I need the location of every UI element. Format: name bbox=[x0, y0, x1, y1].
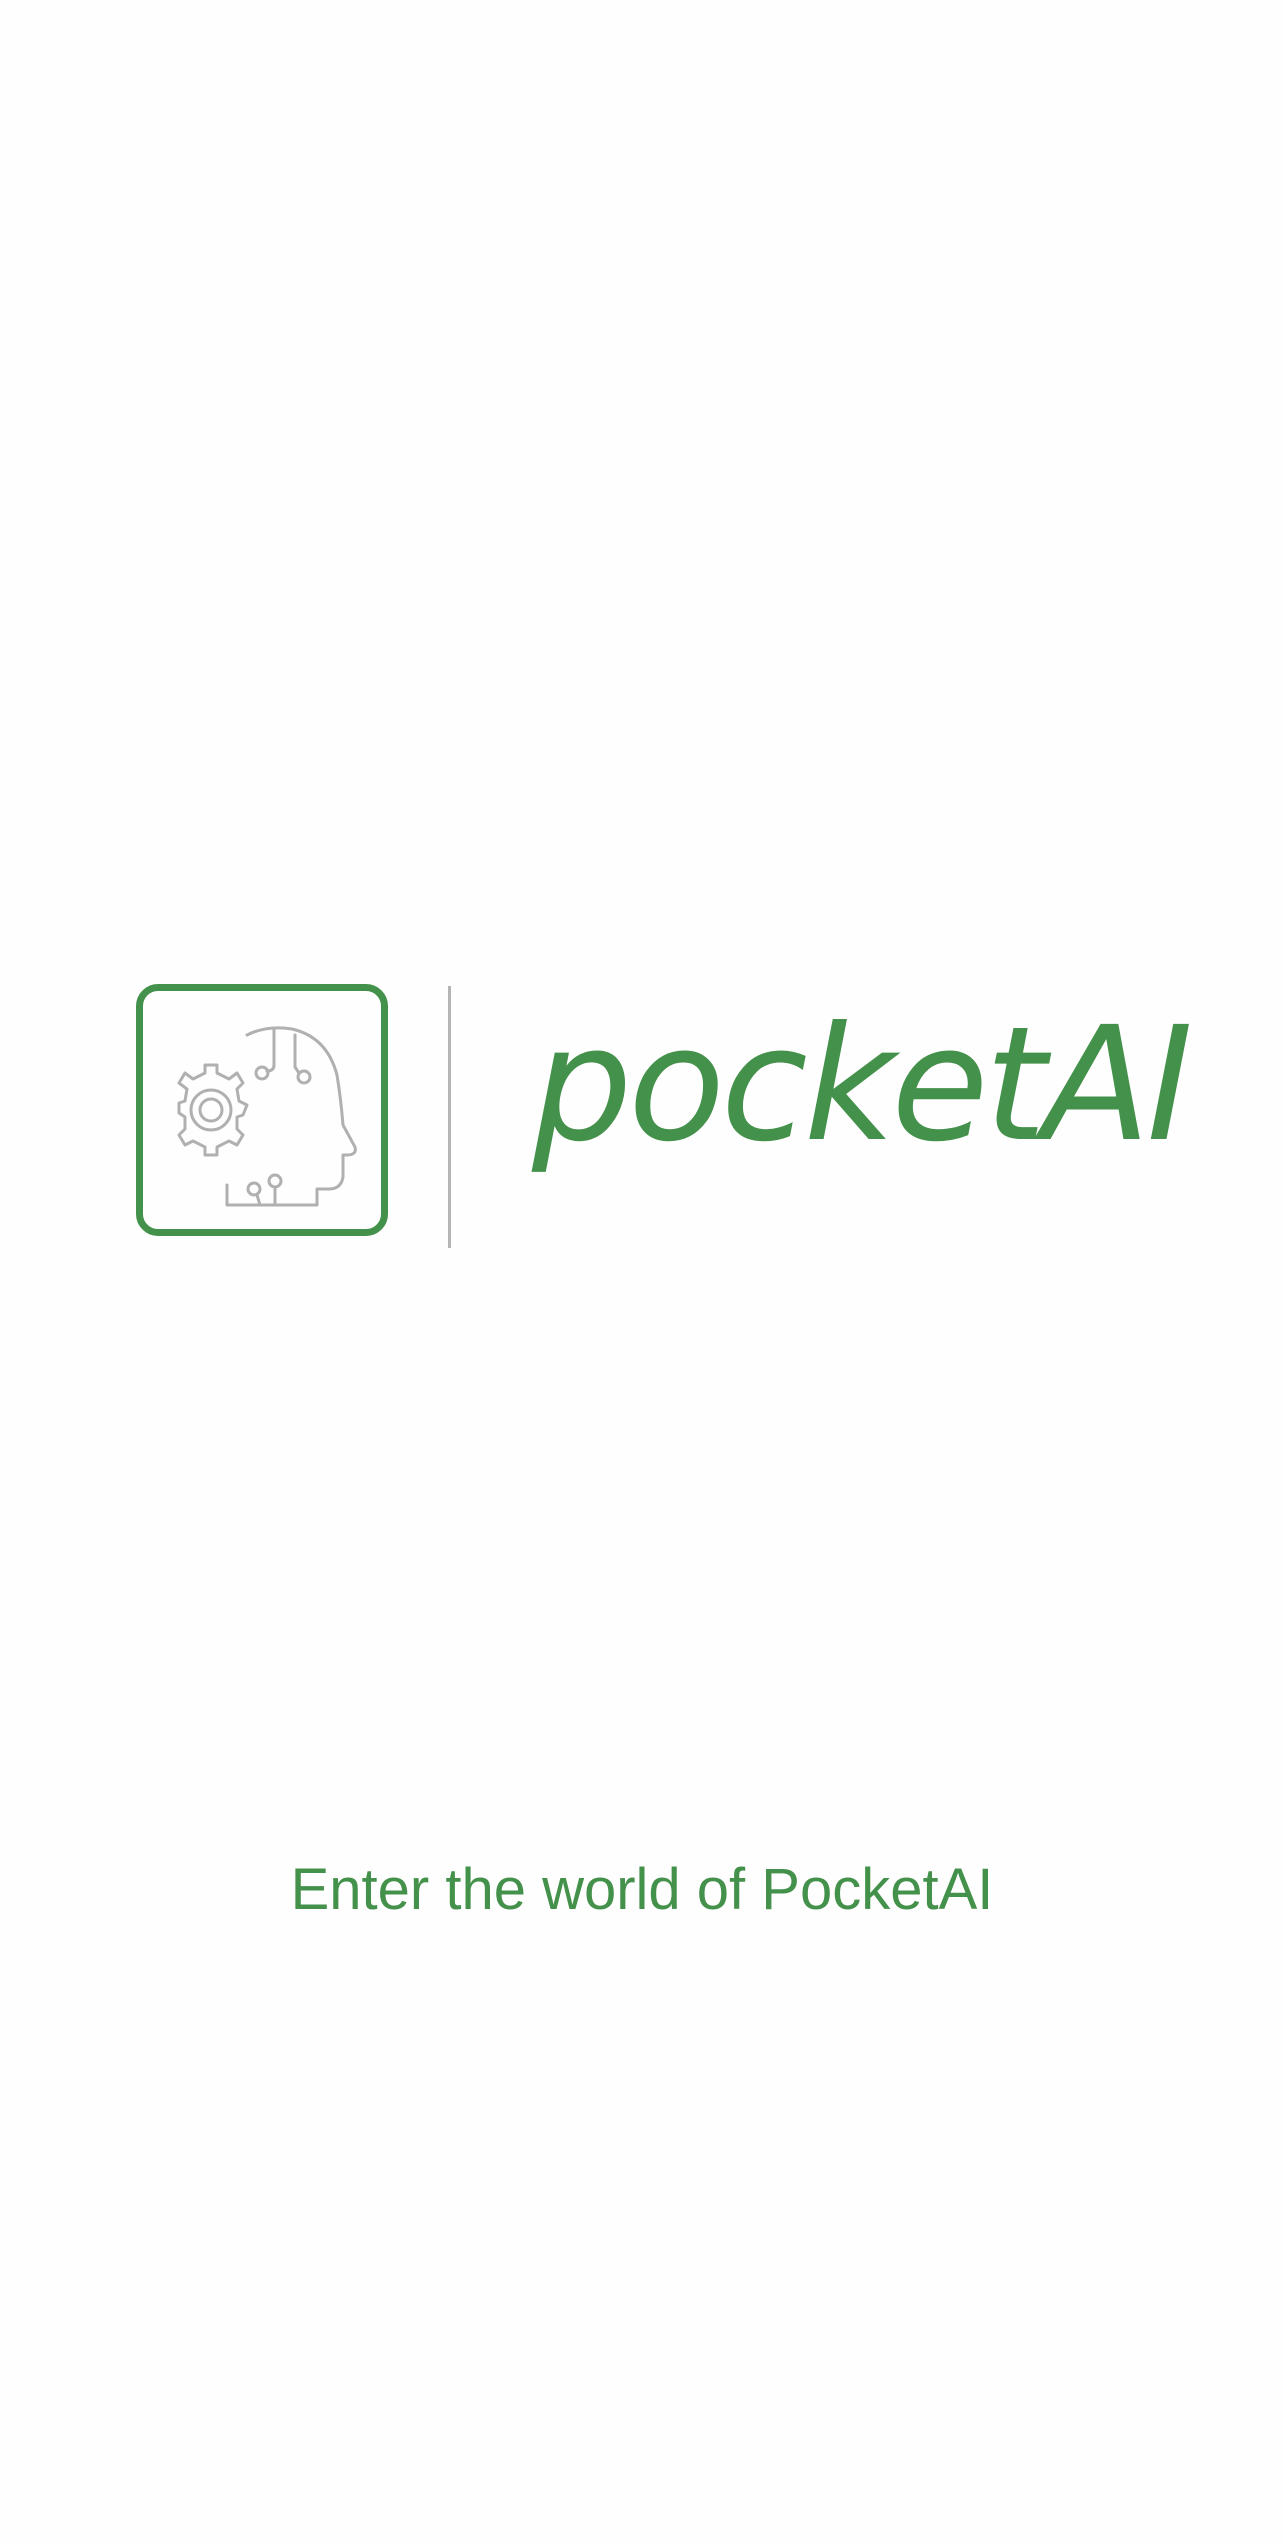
splash-logo: pocketAI bbox=[136, 984, 1193, 1250]
logo-divider bbox=[448, 986, 451, 1248]
ai-head-gear-icon bbox=[136, 984, 388, 1236]
brand-wordmark: pocketAI bbox=[532, 993, 1193, 1177]
tagline: Enter the world of PocketAI bbox=[290, 1857, 994, 1922]
